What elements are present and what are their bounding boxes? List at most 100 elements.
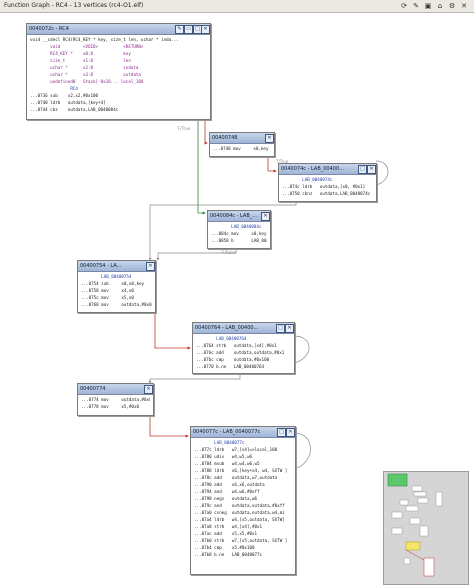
close-icon[interactable]: ✕ [367,165,376,174]
code-line: ...0794 and w4,w6,#0xff [194,489,260,494]
edge-754-764 [154,311,191,350]
node-rc4-title: 0040072c - RC4 [29,26,69,32]
edge-764-774 [148,373,241,384]
edge-74c-loop [375,160,389,186]
code-line: ...078c add outdata,w7,outdata [194,475,278,480]
code-line: ...0858 b LAB_00400754 [211,238,267,243]
maximize-icon[interactable]: □ [277,428,286,437]
node-0040074c[interactable]: 0040074c - LAB_00400... □ ✕ LAB_0040074c… [278,163,377,202]
code-line: ...076c cmp outdata,#0x100 [196,357,270,362]
close-icon[interactable]: ✕ [285,324,294,333]
code-line: ...07ac add x5,x5,#0x1 [194,531,258,536]
refresh-icon[interactable]: ⟳ [400,2,408,10]
node-774-title: 00400774 [80,386,106,392]
settings-icon[interactable]: ⚙ [448,2,456,10]
node-774-header[interactable]: 00400774 ✕ [78,384,153,395]
code-line: ...0774 mov outdata,#0x0 [81,397,150,402]
maximize-icon[interactable]: □ [358,165,367,174]
graph-minimap[interactable] [383,471,469,585]
code-line: ...0780 udiv w4,w5,w6 [194,454,252,459]
close-icon[interactable]: ✕ [265,134,274,143]
window-titlebar: Function Graph - RC4 - 13 vertices (rc4-… [0,0,474,13]
node-748-title: 00400748 [212,135,238,141]
node-764-header[interactable]: 00400764 - LAB_00400... □ ✕ [193,323,294,334]
code-line: void __cdecl RC4(RC4_KEY * key, size_t l… [30,37,179,42]
code-line: RC4_KEY * x0:8 key [30,51,131,56]
node-754-title: 00400754 - LA... [80,263,122,269]
close-icon[interactable]: ✕ [261,212,270,221]
code-line: ...0736 sub x2,x2,#0x100 [30,93,99,98]
close-icon[interactable]: ✕ [201,25,210,34]
home-icon[interactable]: ⌂ [436,2,444,10]
node-84c-header[interactable]: 0040084c - LAB_... ✕ [208,211,270,222]
close-icon[interactable]: ✕ [460,2,468,10]
node-00400764[interactable]: 00400764 - LAB_00400... □ ✕ LAB_00400764… [192,322,295,374]
code-line: ...0788 ldrb x6,[key+x4, w4, SXTW ] [194,468,288,473]
node-0040077c[interactable]: 0040077c - LAB_0040077c □ ✕ LAB_0040077c… [190,426,296,575]
code-line: uchar * x3:8 outdata [30,72,141,77]
window-title: Function Graph - RC4 - 13 vertices (rc4-… [4,2,144,9]
code-line: LAB_00400764 [196,336,247,341]
minimap-graphic [387,473,443,577]
node-00400754[interactable]: 00400754 - LA... ✕ LAB_00400754 ...0754 … [77,260,156,313]
node-77c-header[interactable]: 0040077c - LAB_0040077c □ ✕ [191,427,295,438]
code-line: ...079c and outdata,outdata,#0xff [194,503,285,508]
code-line: ...084c mov x0,key [211,231,267,236]
node-00400774[interactable]: 00400774 ✕ ...0774 mov outdata,#0x0 ...0… [77,383,154,416]
code-line: ...0744 cbz outdata,LAB_0040084c [30,107,119,112]
code-line: void <VOID> <RETURN> [30,44,144,49]
node-74c-header[interactable]: 0040074c - LAB_00400... □ ✕ [279,164,376,175]
code-line: RC4 [30,86,78,91]
code-line: uchar * x2:8 indata [30,65,139,70]
minimize-icon[interactable]: ▭ [184,25,193,34]
code-line: ...076c add outdata,outdata,#0x1 [196,350,285,355]
edge-774-77c [149,416,189,438]
code-line: ...07a8 strb w4,[x4],#0x1 [194,524,263,529]
node-rc4[interactable]: 0040072c - RC4 ✎ ▭ □ ✕ void __cdecl RC4(… [26,23,211,120]
close-icon[interactable]: ✕ [146,262,155,271]
code-line: LAB_0040084c [211,224,262,229]
code-line: LAB_00400754 [81,274,132,279]
close-icon[interactable]: ✕ [286,428,295,437]
code-line: undefined8 Stack[-0x10... local_100 [30,79,144,84]
code-line: ...074c ldrb outdata,[x0, #0x1] [282,184,366,189]
code-line: ...07b4 cmp x5,#0x100 [194,545,255,550]
graph-canvas[interactable]: F/True T/True F/False 0040072c - RC4 ✎ ▭… [0,13,474,585]
code-line: ...075c mov x5,x0 [81,295,134,300]
code-line: ...07a0 csneg outdata,outdata,w4,mi [194,510,285,515]
code-line: ...07b8 b.ne LAB_0040077c [194,552,263,557]
edge-label-3: F/False [222,250,236,255]
node-74c-title: 0040074c - LAB_00400... [281,166,344,172]
code-line: size_t x1:8 len [30,58,131,63]
code-line: ...0798 negs outdata,w6 [194,496,258,501]
node-rc4-header[interactable]: 0040072c - RC4 ✎ ▭ □ ✕ [27,24,210,35]
code-line: ...0764 strb outdata,[x4],#0x1 [196,343,277,348]
edge-rc4-84c [197,120,206,215]
node-77c-title: 0040077c - LAB_0040077c [193,429,261,435]
code-line: ...0770 b.ne LAB_00400764 [196,364,265,369]
edge-77c-loop [293,432,311,470]
code-line: ...0748 mov x0,key [213,146,269,151]
node-0040084c[interactable]: 0040084c - LAB_... ✕ LAB_0040084c ...084… [207,210,271,249]
code-line: LAB_0040077c [194,440,245,445]
code-line: ...07b0 strb w7,[x5,outdata, SXTW ] [194,538,288,543]
code-line: ...0740 ldrb outdata,[key+4] [30,100,106,105]
code-line: ...07a4 ldrb w4,[x5,outdata, SXTW] [194,517,285,522]
node-84c-title: 0040084c - LAB_... [210,213,258,219]
edge-764-loop [293,335,310,364]
edit-icon[interactable]: ✎ [412,2,420,10]
code-line: ...077c ldrb w7,[x4]=>local_100 [194,447,278,452]
maximize-icon[interactable]: □ [276,324,285,333]
camera-icon[interactable]: ▣ [424,2,432,10]
code-line: ...0754 sub x0,x0,key [81,281,145,286]
node-754-header[interactable]: 00400754 - LA... ✕ [78,261,155,272]
code-line: ...0784 msub w4,w4,w6,w5 [194,461,260,466]
node-748-header[interactable]: 00400748 ✕ [210,133,274,144]
node-00400748[interactable]: 00400748 ✕ ...0748 mov x0,key [209,132,275,157]
node-764-title: 00400764 - LAB_00400... [195,325,259,331]
code-line: ...0760 mov outdata,#0x0 [81,302,152,307]
close-icon[interactable]: ✕ [144,385,153,394]
code-line: ...0758 mov x4,x0 [81,288,134,293]
code-line: ...0778 mov x5,#0x0 [81,404,139,409]
edit-icon[interactable]: ✎ [175,25,184,34]
